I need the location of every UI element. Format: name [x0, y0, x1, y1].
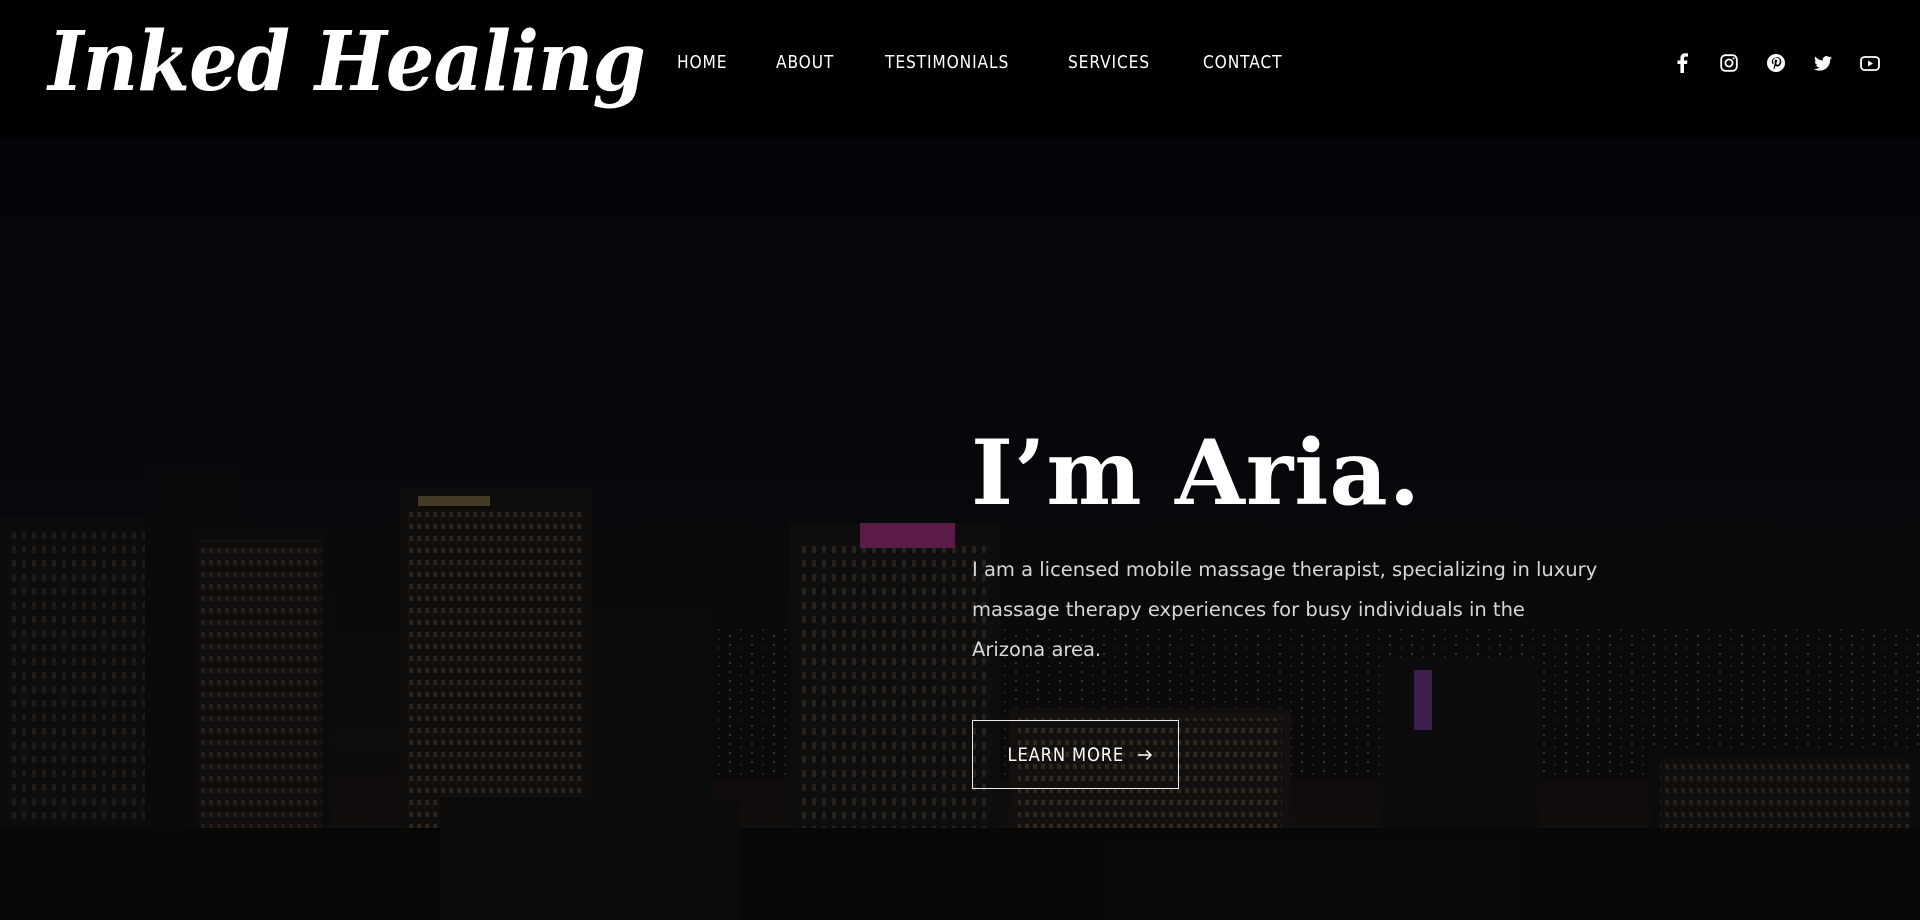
youtube-icon[interactable] [1860, 53, 1880, 73]
hero-title: I’m Aria. [971, 420, 1422, 526]
hero-description: I am a licensed mobile massage therapist… [972, 558, 1598, 661]
nav-contact[interactable]: CONTACT [1203, 52, 1282, 73]
nav-testimonials[interactable]: TESTIMONIALS [885, 52, 1009, 73]
nav-services[interactable]: SERVICES [1068, 52, 1150, 73]
hero-section: I’m Aria. I am a licensed mobile massage… [0, 138, 1920, 920]
nav-home[interactable]: HOME [677, 52, 727, 73]
pinterest-icon[interactable] [1766, 53, 1786, 73]
social-links [1645, 53, 1880, 73]
main-nav: HOME ABOUT TESTIMONIALS SERVICES CONTACT [677, 52, 1347, 73]
twitter-icon[interactable] [1813, 53, 1833, 73]
site-header: Inked Healing HOME ABOUT TESTIMONIALS SE… [0, 0, 1920, 138]
nav-about[interactable]: ABOUT [776, 52, 834, 73]
learn-more-button[interactable]: LEARN MORE [972, 720, 1179, 789]
arrow-right-icon [1137, 749, 1153, 761]
facebook-icon[interactable] [1672, 53, 1692, 73]
instagram-icon[interactable] [1719, 53, 1739, 73]
city-skyline-background [0, 138, 1920, 920]
learn-more-label: LEARN MORE [1007, 743, 1124, 766]
site-logo[interactable]: Inked Healing [48, 12, 646, 112]
